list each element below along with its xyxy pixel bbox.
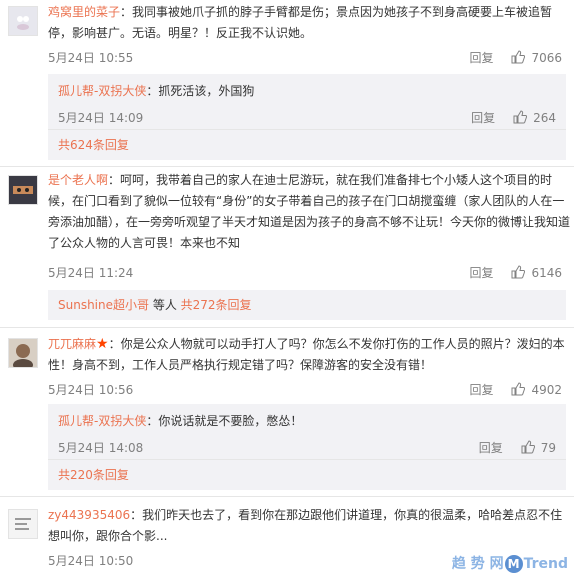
more-replies: 共220条回复 xyxy=(48,459,566,490)
thumbs-up-icon xyxy=(513,110,528,124)
reply-actions: 回复 79 xyxy=(479,440,556,456)
comment-text: 是个老人啊：呵呵，我带着自己的家人在迪士尼游玩，就在我们准备排七个小矮人这个项目… xyxy=(48,170,570,254)
trend-logo-icon: M xyxy=(504,555,523,573)
reply-box: 孤儿帮-双拐大侠：你说话就是不要脸，憋怂！ 5月24日 14:08 回复 79 xyxy=(48,404,566,459)
comment-username[interactable]: zy443935406 xyxy=(48,508,130,522)
more-replies-user[interactable]: Sunshine超小哥 xyxy=(58,298,149,312)
comment-body: ：你是公众人物就可以动手打人了吗？你怎么不发你打伤的工作人员的照片？泼妇的本性！… xyxy=(48,337,565,372)
reply-button[interactable]: 回复 xyxy=(469,266,493,280)
comment-text: zy443935406：我们昨天也去了，看到你在那边跟他们讲道理，你真的很温柔，… xyxy=(48,505,570,547)
like-count: 4902 xyxy=(531,383,562,397)
reply-text: 孤儿帮-双拐大侠：你说话就是不要脸，憋怂！ xyxy=(58,412,302,430)
like-button[interactable]: 4902 xyxy=(511,382,562,397)
reply-body: ：你说话就是不要脸，憋怂！ xyxy=(146,414,303,428)
more-replies-link[interactable]: 共272条回复 xyxy=(181,298,252,312)
like-button[interactable]: 6146 xyxy=(511,265,562,280)
comment-username[interactable]: 兀兀麻麻 xyxy=(48,337,96,351)
divider xyxy=(0,496,574,497)
avatar[interactable] xyxy=(8,509,38,539)
reply-button[interactable]: 回复 xyxy=(471,111,495,125)
reply-time: 5月24日 14:08 xyxy=(58,441,144,455)
reply-box: 孤儿帮-双拐大侠：抓死活该，外国狗 5月24日 14:09 回复 264 xyxy=(48,74,566,129)
like-button[interactable]: 7066 xyxy=(511,50,562,65)
comment-actions: 回复 6146 xyxy=(469,265,562,281)
comment-time: 5月24日 11:24 xyxy=(48,266,134,280)
comment-actions: 回复 7066 xyxy=(469,50,562,66)
comment-username[interactable]: 鸡窝里的菜子 xyxy=(48,5,120,19)
avatar[interactable] xyxy=(8,6,38,36)
more-replies: Sunshine超小哥 等人 共272条回复 xyxy=(48,290,566,320)
thumbs-up-icon xyxy=(511,382,526,396)
avatar[interactable] xyxy=(8,338,38,368)
reply-body: ：抓死活该，外国狗 xyxy=(146,84,255,98)
thumbs-up-icon xyxy=(511,265,526,279)
reply-username[interactable]: 孤儿帮-双拐大侠 xyxy=(58,414,146,428)
watermark-logo: 趋 势 网 M Trend xyxy=(451,555,568,573)
thumbs-up-icon xyxy=(521,440,535,454)
like-count: 79 xyxy=(540,441,556,455)
avatar[interactable] xyxy=(8,175,38,205)
like-button[interactable]: 79 xyxy=(521,440,556,455)
comment-time: 5月24日 10:55 xyxy=(48,51,134,65)
thumbs-up-icon xyxy=(511,50,526,64)
more-replies: 共624条回复 xyxy=(48,129,566,160)
like-count: 7066 xyxy=(531,51,562,65)
comment-time: 5月24日 10:56 xyxy=(48,383,134,397)
reply-username[interactable]: 孤儿帮-双拐大侠 xyxy=(58,84,146,98)
reply-text: 孤儿帮-双拐大侠：抓死活该，外国狗 xyxy=(58,82,254,100)
reply-time: 5月24日 14:09 xyxy=(58,111,144,125)
comment-body: ：我同事被她爪子抓的脖子手臂都是伤；景点因为她孩子不到身高硬要上车被追暂停，影响… xyxy=(48,5,553,40)
more-replies-mid: 等人 xyxy=(149,298,181,312)
comment-text: 兀兀麻麻★：你是公众人物就可以动手打人了吗？你怎么不发你打伤的工作人员的照片？泼… xyxy=(48,334,570,376)
like-count: 6146 xyxy=(531,266,562,280)
more-replies-link[interactable]: 共624条回复 xyxy=(58,137,129,153)
reply-actions: 回复 264 xyxy=(471,110,556,126)
like-button[interactable]: 264 xyxy=(513,110,556,125)
comment-text: 鸡窝里的菜子：我同事被她爪子抓的脖子手臂都是伤；景点因为她孩子不到身高硬要上车被… xyxy=(48,2,568,44)
more-replies-link[interactable]: 共220条回复 xyxy=(58,467,129,483)
comment-body: ：呵呵，我带着自己的家人在迪士尼游玩，就在我们准备排七个小矮人这个项目的时候，在… xyxy=(48,173,571,250)
reply-button[interactable]: 回复 xyxy=(479,441,503,455)
divider xyxy=(0,327,574,328)
comment-time: 5月24日 10:50 xyxy=(48,554,134,568)
comment-username[interactable]: 是个老人啊 xyxy=(48,173,108,187)
star-icon: ★ xyxy=(96,336,109,352)
divider xyxy=(0,166,574,167)
like-count: 264 xyxy=(533,111,556,125)
reply-button[interactable]: 回复 xyxy=(469,383,493,397)
comment-actions: 回复 4902 xyxy=(469,382,562,398)
reply-button[interactable]: 回复 xyxy=(469,51,493,65)
